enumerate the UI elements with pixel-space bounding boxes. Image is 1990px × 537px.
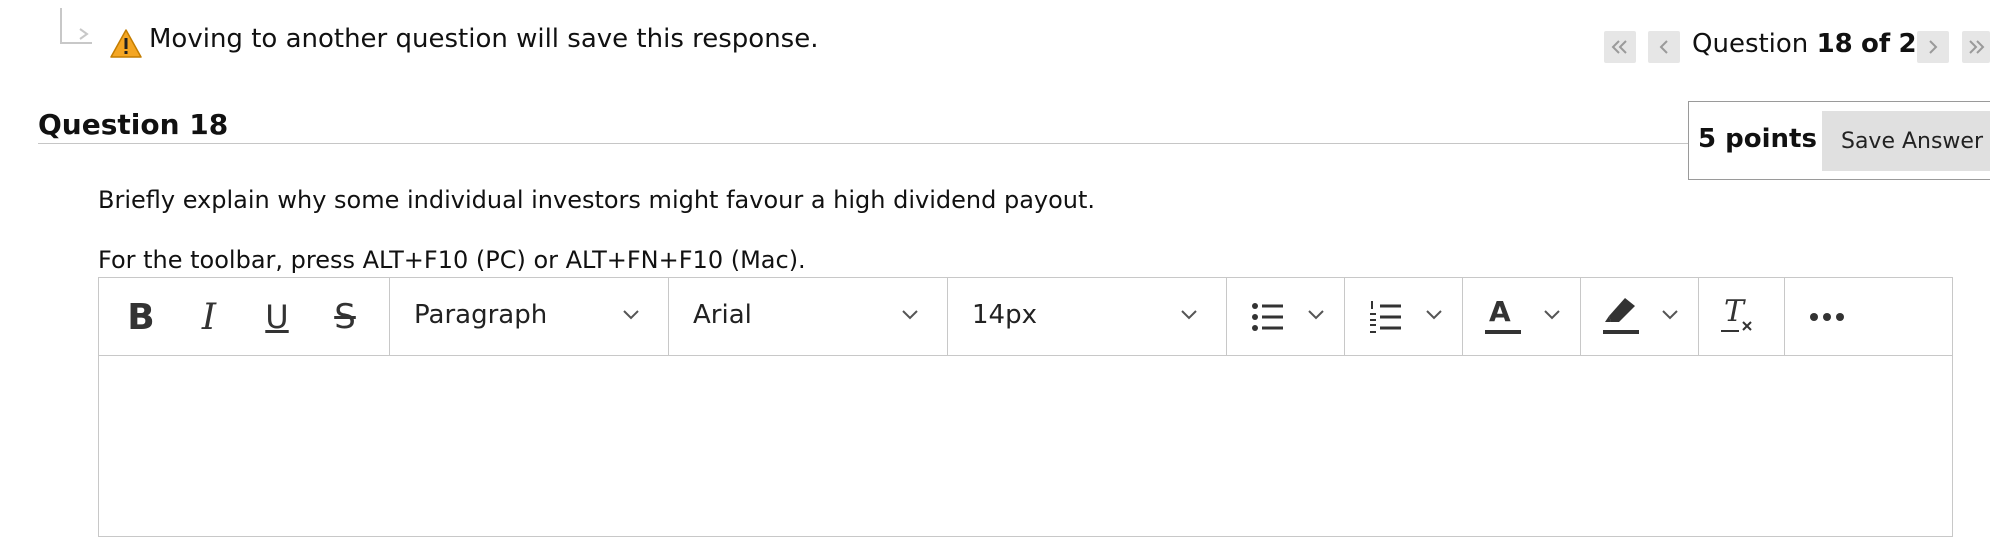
italic-button[interactable]: I bbox=[189, 296, 229, 338]
double-chevron-left-icon bbox=[1611, 40, 1627, 54]
save-answer-button[interactable]: Save Answer bbox=[1822, 111, 1990, 171]
current-question-number: 18 bbox=[1816, 29, 1853, 59]
chevron-left-icon bbox=[1659, 40, 1668, 54]
rich-text-editor: B I U S Paragraph Arial 14px A T bbox=[98, 277, 1953, 537]
chevron-down-icon bbox=[1181, 310, 1197, 320]
question-divider bbox=[38, 143, 1688, 144]
bold-icon: B bbox=[127, 296, 155, 338]
highlight-color-swatch bbox=[1603, 330, 1639, 334]
question-counter: Question 18 of 20 bbox=[1692, 29, 1935, 59]
bullet-list-button[interactable] bbox=[1227, 278, 1344, 356]
strikethrough-button[interactable]: S bbox=[325, 296, 365, 338]
chevron-down-icon bbox=[1426, 310, 1442, 320]
highlight-color-button[interactable] bbox=[1581, 278, 1698, 356]
save-warning-text: Moving to another question will save thi… bbox=[149, 24, 819, 54]
bullet-list-icon bbox=[1252, 303, 1283, 331]
clear-formatting-button[interactable]: T bbox=[1699, 278, 1784, 356]
underline-button[interactable]: U bbox=[257, 296, 297, 338]
first-question-button[interactable] bbox=[1604, 31, 1636, 63]
question-counter-prefix: Question bbox=[1692, 29, 1809, 59]
warning-icon bbox=[110, 29, 142, 58]
more-horizontal-icon bbox=[1810, 313, 1844, 321]
font-family-value: Arial bbox=[693, 300, 752, 330]
question-text: Briefly explain why some individual inve… bbox=[98, 186, 1096, 214]
highlighter-icon bbox=[1605, 298, 1635, 322]
double-chevron-right-icon bbox=[1969, 40, 1985, 54]
previous-question-button[interactable] bbox=[1648, 31, 1680, 63]
paragraph-format-value: Paragraph bbox=[414, 300, 548, 330]
clear-formatting-underline bbox=[1721, 330, 1739, 332]
text-color-swatch bbox=[1485, 330, 1521, 334]
strikethrough-icon: S bbox=[334, 297, 356, 337]
font-size-dropdown[interactable]: 14px bbox=[948, 278, 1226, 356]
last-question-button[interactable] bbox=[1962, 31, 1990, 63]
chevron-down-icon bbox=[902, 310, 918, 320]
text-color-button[interactable]: A bbox=[1463, 278, 1580, 356]
close-icon bbox=[1742, 321, 1752, 331]
bold-button[interactable]: B bbox=[121, 296, 161, 338]
next-question-button[interactable] bbox=[1917, 31, 1949, 63]
underline-icon: U bbox=[265, 298, 289, 336]
font-size-value: 14px bbox=[972, 300, 1037, 330]
question-title: Question 18 bbox=[38, 108, 229, 141]
more-options-button[interactable] bbox=[1785, 278, 1875, 356]
italic-icon: I bbox=[201, 296, 217, 338]
paragraph-format-dropdown[interactable]: Paragraph bbox=[390, 278, 668, 356]
chevron-right-icon bbox=[1929, 40, 1938, 54]
question-counter-of: of bbox=[1861, 29, 1891, 59]
chevron-down-icon bbox=[1308, 310, 1324, 320]
chevron-down-icon bbox=[623, 310, 639, 320]
question-points: 5 points bbox=[1698, 124, 1817, 154]
font-family-dropdown[interactable]: Arial bbox=[669, 278, 947, 356]
answer-text-area[interactable] bbox=[99, 356, 1952, 536]
toolbar-hint: For the toolbar, press ALT+F10 (PC) or A… bbox=[98, 246, 806, 274]
chevron-down-icon bbox=[1544, 310, 1560, 320]
chevron-down-icon bbox=[1662, 310, 1678, 320]
numbered-list-button[interactable] bbox=[1345, 278, 1462, 356]
numbered-list-icon bbox=[1370, 301, 1401, 333]
editor-toolbar: B I U S Paragraph Arial 14px A T bbox=[99, 278, 1952, 356]
text-color-icon: A bbox=[1489, 295, 1511, 328]
tree-arrow-icon bbox=[79, 28, 89, 40]
